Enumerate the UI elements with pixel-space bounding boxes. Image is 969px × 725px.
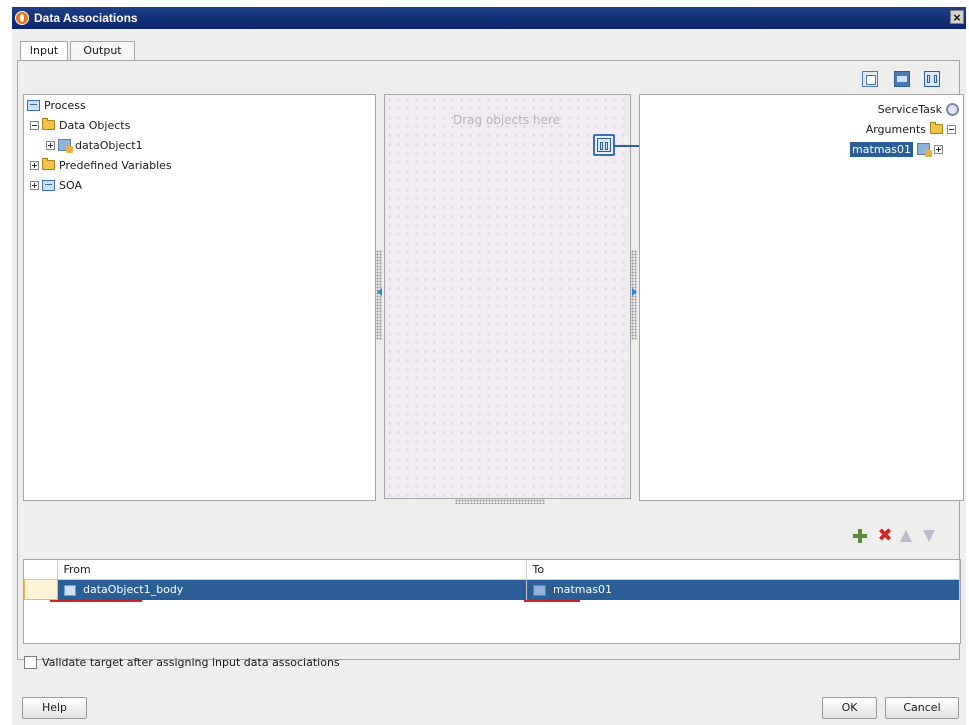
error-underline [524,600,580,602]
mapping-icon[interactable] [924,71,940,87]
mapping-node[interactable] [593,134,615,156]
folder-icon [42,158,55,170]
tree-item-label: SOA [59,178,82,192]
tree-item-dataobject1[interactable]: dataObject1 [46,137,143,153]
validate-label: Validate target after assigning input da… [42,656,340,669]
expand-icon[interactable] [30,180,39,190]
table-header: From To [24,560,960,580]
expand-icon[interactable] [934,144,943,154]
tree-item-label: Process [44,98,86,112]
add-icon[interactable] [852,528,868,544]
mapping-source-icon [63,584,76,596]
close-button[interactable]: × [950,10,964,24]
collapse-icon[interactable] [30,120,39,130]
column-header-from[interactable]: From [57,560,527,580]
title-bar: Data Associations × [12,7,966,29]
mapping-node-icon [597,138,611,152]
data-object-icon [532,584,546,596]
cell-from-text: dataObject1_body [83,583,184,597]
validate-option[interactable]: Validate target after assigning input da… [24,656,340,669]
process-icon [27,99,40,111]
cell-from[interactable]: dataObject1_body [57,579,527,600]
tree-item-data-objects[interactable]: Data Objects [30,117,130,133]
tab-output[interactable]: Output [70,41,135,61]
tree-item-label: Data Objects [59,118,131,132]
expand-icon[interactable] [30,160,39,170]
tree-item-label: matmas01 [850,141,913,157]
tab-input[interactable]: Input [20,41,68,61]
bottom-splitter[interactable] [455,499,545,504]
cell-to[interactable]: matmas01 [526,579,960,600]
tree-item-soa[interactable]: SOA [30,177,82,193]
delete-icon[interactable]: ✖ [876,527,894,545]
error-underline [50,600,142,602]
move-down-icon[interactable] [923,530,935,542]
collapse-icon[interactable] [947,124,956,134]
column-header-to[interactable]: To [526,560,960,580]
target-tree-panel: ServiceTask Arguments matmas01 [639,94,964,501]
cancel-button[interactable]: Cancel [885,697,959,719]
data-object-icon [58,139,73,153]
validate-checkbox[interactable] [24,656,37,669]
collapse-left-arrow-icon[interactable] [377,288,382,296]
tree-item-label: Predefined Variables [59,158,172,172]
row-indicator [24,579,58,600]
drag-hint: Drag objects here [453,113,561,127]
move-up-icon[interactable] [900,530,912,542]
auto-map-icon[interactable] [862,71,878,87]
source-tree-panel: Process Data Objects dataObject1 Predefi… [23,94,376,501]
help-button[interactable]: Help [22,697,87,719]
expression-icon[interactable] [894,71,910,87]
tree-item-label: Arguments [865,122,926,136]
tree-item-label: dataObject1 [75,138,143,152]
tree-item-arguments[interactable]: Arguments [866,121,959,137]
associations-table: From To dataObject1_body matmas01 [23,559,961,644]
folder-icon [42,118,55,130]
data-object-icon [917,143,932,157]
tree-item-label: ServiceTask [877,102,942,116]
expand-icon[interactable] [46,140,55,150]
tree-item-matmas01[interactable]: matmas01 [850,141,946,157]
table-row[interactable]: dataObject1_body matmas01 [24,579,960,600]
folder-icon [930,122,943,134]
tree-item-servicetask[interactable]: ServiceTask [878,101,959,117]
collapse-right-arrow-icon[interactable] [632,288,637,296]
row-header-cell [24,560,58,580]
tree-item-predefined-variables[interactable]: Predefined Variables [30,157,172,173]
cell-to-text: matmas01 [553,583,612,597]
mapper-canvas[interactable]: Drag objects here [384,94,631,499]
service-task-icon [946,102,959,116]
app-icon [15,11,29,25]
process-icon [42,179,55,191]
tree-item-process[interactable]: Process [27,97,86,113]
ok-button[interactable]: OK [822,697,877,719]
window-title: Data Associations [34,11,138,25]
